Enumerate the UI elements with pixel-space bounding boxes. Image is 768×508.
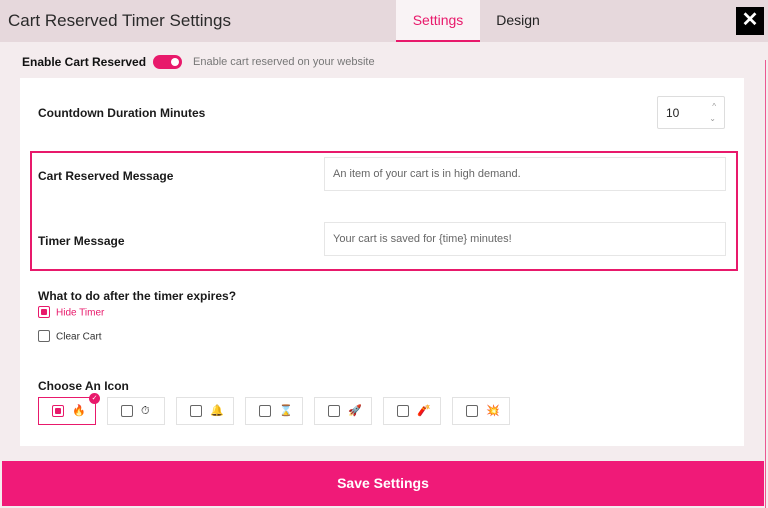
close-button[interactable]: ✕ [736,7,764,35]
save-settings-button[interactable]: Save Settings [2,461,764,506]
tab-settings[interactable]: Settings [396,0,480,42]
choose-icon-label: Choose An Icon [38,379,129,393]
modal-title: Cart Reserved Timer Settings [8,11,231,30]
timer-message-input[interactable]: Your cart is saved for {time} minutes! [324,222,726,256]
icon-option-firecracker[interactable]: 🧨 [383,397,441,425]
scrollbar-edge [765,60,766,508]
hide-timer-checkbox[interactable] [38,306,50,318]
rocket-icon: 🚀 [348,405,362,417]
clear-cart-checkbox[interactable] [38,330,50,342]
icon-option-hourglass[interactable]: ⌛ [245,397,303,425]
spin-down-icon[interactable]: ⌄ [709,115,716,123]
icon-option-rocket[interactable]: 🚀 [314,397,372,425]
tab-design[interactable]: Design [480,0,556,42]
enable-row: Enable Cart Reserved Enable cart reserve… [0,42,768,78]
cart-message-label: Cart Reserved Message [38,169,174,183]
cart-message-input[interactable]: An item of your cart is in high demand. [324,157,726,191]
enable-toggle[interactable] [153,55,182,69]
duration-label: Countdown Duration Minutes [38,106,206,120]
enable-label: Enable Cart Reserved [22,55,147,69]
icon-option-stopwatch[interactable]: ⏱ [107,397,165,425]
hourglass-icon: ⌛ [279,405,293,417]
icon-checkbox[interactable] [259,405,271,417]
clear-cart-option[interactable]: Clear Cart [38,330,102,343]
spin-up-icon[interactable]: ^ [712,103,716,111]
timer-message-label: Timer Message [38,234,125,248]
duration-input[interactable]: 10 ^ ⌄ [657,96,725,129]
explosion-icon: 💥 [486,405,500,417]
modal-header: Cart Reserved Timer Settings Settings De… [0,0,768,42]
close-icon: ✕ [741,9,759,31]
icon-checkbox[interactable] [397,405,409,417]
hide-timer-option[interactable]: Hide Timer [38,306,105,319]
icon-option-bell[interactable]: 🔔 [176,397,234,425]
icon-option-explosion[interactable]: 💥 [452,397,510,425]
clear-cart-label: Clear Cart [56,331,102,343]
icon-option-fire[interactable]: 🔥 ✓ [38,393,100,425]
stopwatch-icon: ⏱ [141,405,150,417]
duration-value: 10 [666,106,680,120]
icon-checkbox[interactable] [121,405,133,417]
hide-timer-label: Hide Timer [56,307,105,319]
icon-checkbox[interactable] [328,405,340,417]
icon-checkbox[interactable] [466,405,478,417]
settings-card: Countdown Duration Minutes 10 ^ ⌄ Cart R… [20,78,744,446]
bell-icon: 🔔 [210,405,224,417]
toggle-knob [171,58,179,66]
icon-checkbox[interactable] [190,405,202,417]
fire-icon: 🔥 [72,405,86,417]
expire-label: What to do after the timer expires? [38,289,237,303]
enable-description: Enable cart reserved on your website [193,56,375,68]
firecracker-icon: 🧨 [417,405,431,417]
icon-options: 🔥 ✓ ⏱ 🔔 ⌛ 🚀 🧨 💥 [38,393,518,425]
icon-checkbox[interactable] [52,405,64,417]
check-badge-icon: ✓ [89,393,100,404]
